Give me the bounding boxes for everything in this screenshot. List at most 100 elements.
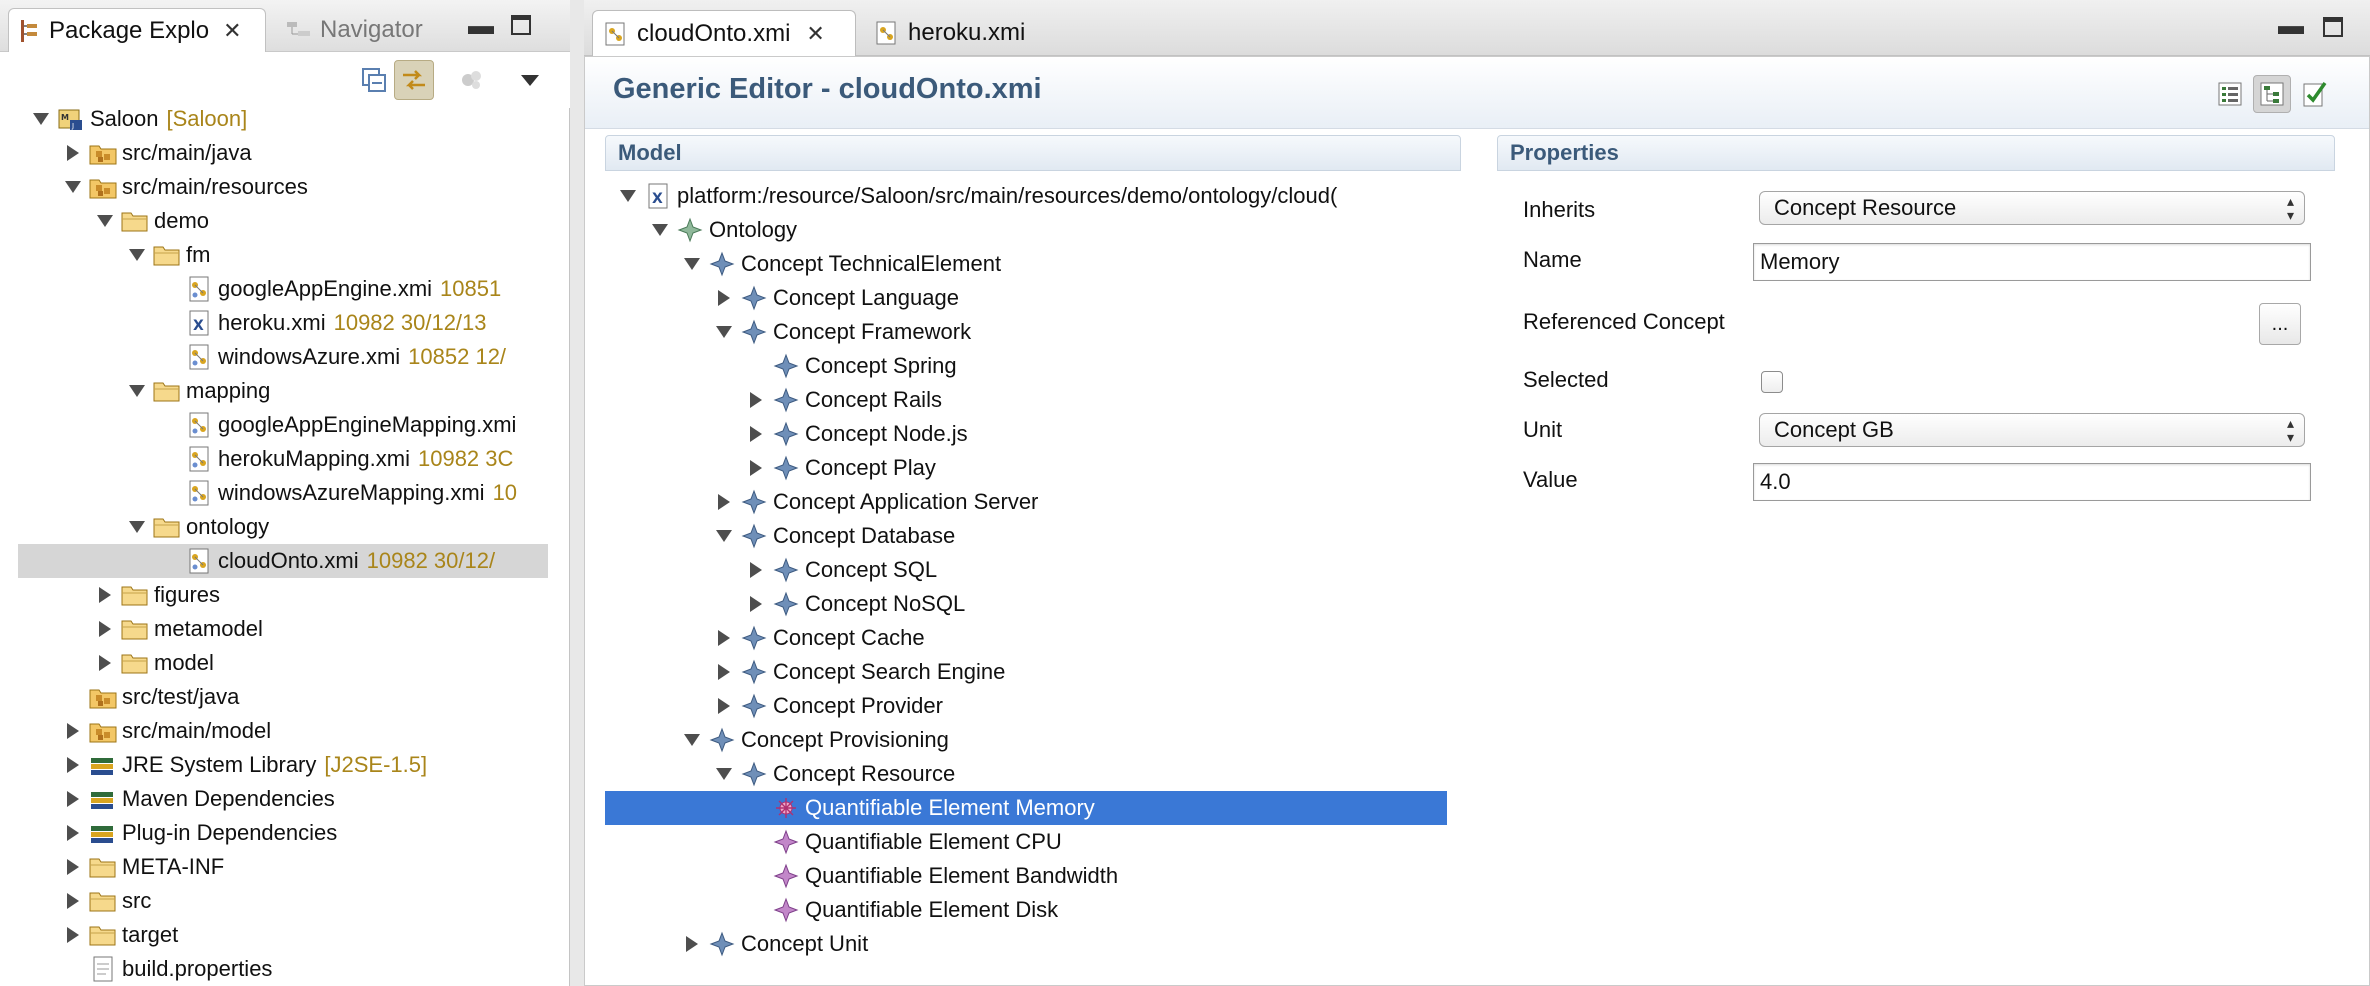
selected-checkbox[interactable] (1761, 371, 1783, 393)
collapsed-twisty-icon[interactable] (62, 720, 84, 742)
model-tree-item[interactable]: Concept Framework (617, 315, 1453, 349)
model-tree-item[interactable]: Concept Application Server (617, 485, 1453, 519)
collapsed-twisty-icon[interactable] (62, 856, 84, 878)
expanded-twisty-icon[interactable] (713, 763, 735, 785)
expanded-twisty-icon[interactable] (126, 516, 148, 538)
expanded-twisty-icon[interactable] (713, 321, 735, 343)
collapsed-twisty-icon[interactable] (62, 142, 84, 164)
value-field[interactable]: 4.0 (1753, 463, 2311, 501)
tree-item[interactable]: META-INF (0, 850, 548, 884)
link-with-editor-button[interactable] (394, 60, 434, 100)
collapse-all-button[interactable] (354, 60, 394, 100)
model-tree-item[interactable]: Concept Provisioning (617, 723, 1453, 757)
model-tree-item[interactable]: Concept Node.js (617, 417, 1453, 451)
collapsed-twisty-icon[interactable] (745, 389, 767, 411)
model-tree-item[interactable]: Concept Play (617, 451, 1453, 485)
tree-item[interactable]: windowsAzure.xmi 10852 12/ (0, 340, 548, 374)
tree-item[interactable]: figures (0, 578, 548, 612)
tree-item[interactable]: Xheroku.xmi 10982 30/12/13 (0, 306, 548, 340)
tree-item[interactable]: M J Saloon [Saloon] (0, 102, 548, 136)
model-tree-item[interactable]: Xplatform:/resource/Saloon/src/main/reso… (617, 179, 1453, 213)
tree-item[interactable]: googleAppEngineMapping.xmi (0, 408, 548, 442)
expanded-twisty-icon[interactable] (617, 185, 639, 207)
tree-item[interactable]: mapping (0, 374, 548, 408)
list-view-button[interactable] (2211, 75, 2249, 113)
model-tree-item[interactable]: Concept NoSQL (617, 587, 1453, 621)
collapsed-twisty-icon[interactable] (62, 924, 84, 946)
tree-item[interactable]: googleAppEngine.xmi 10851 (0, 272, 548, 306)
validate-button[interactable] (2295, 75, 2333, 113)
model-tree-item[interactable]: Concept TechnicalElement (617, 247, 1453, 281)
model-tree-item[interactable]: Concept Resource (617, 757, 1453, 791)
collapsed-twisty-icon[interactable] (745, 593, 767, 615)
model-tree-item[interactable]: Concept Cache (617, 621, 1453, 655)
collapsed-twisty-icon[interactable] (745, 457, 767, 479)
tab-package-explorer[interactable]: Package Explo ✕ (8, 8, 266, 52)
expanded-twisty-icon[interactable] (94, 210, 116, 232)
browse-referenced-concept-button[interactable]: ... (2259, 303, 2301, 345)
model-tree-item[interactable]: Quantifiable Element Bandwidth (617, 859, 1453, 893)
collapsed-twisty-icon[interactable] (62, 754, 84, 776)
tree-item[interactable]: ontology (0, 510, 548, 544)
model-tree-item[interactable]: Concept SQL (617, 553, 1453, 587)
tree-item[interactable]: demo (0, 204, 548, 238)
collapsed-twisty-icon[interactable] (713, 661, 735, 683)
tree-item[interactable]: src/main/java (0, 136, 548, 170)
tree-item[interactable]: src/main/model (0, 714, 548, 748)
tree-item[interactable]: cloudOnto.xmi 10982 30/12/ (18, 544, 548, 578)
tree-item[interactable]: JRE System Library [J2SE-1.5] (0, 748, 548, 782)
model-tree-item[interactable]: Concept Database (617, 519, 1453, 553)
collapsed-twisty-icon[interactable] (745, 423, 767, 445)
collapsed-twisty-icon[interactable] (713, 695, 735, 717)
model-tree-item[interactable]: Quantifiable Element CPU (617, 825, 1453, 859)
tree-item[interactable]: fm (0, 238, 548, 272)
tree-item[interactable]: target (0, 918, 548, 952)
tree-item[interactable]: windowsAzureMapping.xmi 10 (0, 476, 548, 510)
collapsed-twisty-icon[interactable] (681, 933, 703, 955)
expanded-twisty-icon[interactable] (681, 729, 703, 751)
collapsed-twisty-icon[interactable] (94, 652, 116, 674)
model-tree-item[interactable]: Concept Unit (617, 927, 1453, 961)
model-tree-item[interactable]: Quantifiable Element Disk (617, 893, 1453, 927)
tree-item[interactable]: build.properties (0, 952, 548, 986)
tree-item[interactable]: metamodel (0, 612, 548, 646)
close-icon[interactable]: ✕ (223, 18, 241, 44)
tree-view-button[interactable] (2253, 75, 2291, 113)
tree-item[interactable]: Plug-in Dependencies (0, 816, 548, 850)
minimize-icon[interactable]: ▬ (468, 10, 494, 41)
collapsed-twisty-icon[interactable] (62, 788, 84, 810)
collapsed-twisty-icon[interactable] (745, 559, 767, 581)
expanded-twisty-icon[interactable] (649, 219, 671, 241)
name-field[interactable]: Memory (1753, 243, 2311, 281)
model-tree-item[interactable]: Concept Rails (617, 383, 1453, 417)
expanded-twisty-icon[interactable] (62, 176, 84, 198)
maximize-icon[interactable] (510, 12, 532, 43)
close-icon[interactable]: ✕ (806, 21, 824, 47)
tree-item[interactable]: src/test/java (0, 680, 548, 714)
collapsed-twisty-icon[interactable] (94, 618, 116, 640)
tree-item[interactable]: src (0, 884, 548, 918)
view-menu-button[interactable] (510, 60, 550, 100)
inherits-select[interactable]: Concept Resource ▴ ▾ (1759, 191, 2305, 225)
tree-item[interactable]: model (0, 646, 548, 680)
expanded-twisty-icon[interactable] (126, 244, 148, 266)
focus-button[interactable] (452, 60, 492, 100)
collapsed-twisty-icon[interactable] (713, 491, 735, 513)
tree-item[interactable]: src/main/resources (0, 170, 548, 204)
model-tree-item[interactable]: Ontology (617, 213, 1453, 247)
model-tree-item[interactable]: Concept Provider (617, 689, 1453, 723)
collapsed-twisty-icon[interactable] (713, 287, 735, 309)
collapsed-twisty-icon[interactable] (62, 822, 84, 844)
expanded-twisty-icon[interactable] (30, 108, 52, 130)
collapsed-twisty-icon[interactable] (62, 890, 84, 912)
model-tree-item[interactable]: Concept Spring (617, 349, 1453, 383)
unit-select[interactable]: Concept GB ▴ ▾ (1759, 413, 2305, 447)
tree-item[interactable]: Maven Dependencies (0, 782, 548, 816)
expanded-twisty-icon[interactable] (681, 253, 703, 275)
model-tree-item-selected[interactable]: Quantifiable Element Memory (605, 791, 1447, 825)
model-tree-item[interactable]: Concept Search Engine (617, 655, 1453, 689)
collapsed-twisty-icon[interactable] (713, 627, 735, 649)
collapsed-twisty-icon[interactable] (94, 584, 116, 606)
maximize-icon[interactable] (2322, 14, 2344, 45)
tree-item[interactable]: herokuMapping.xmi 10982 3C (0, 442, 548, 476)
